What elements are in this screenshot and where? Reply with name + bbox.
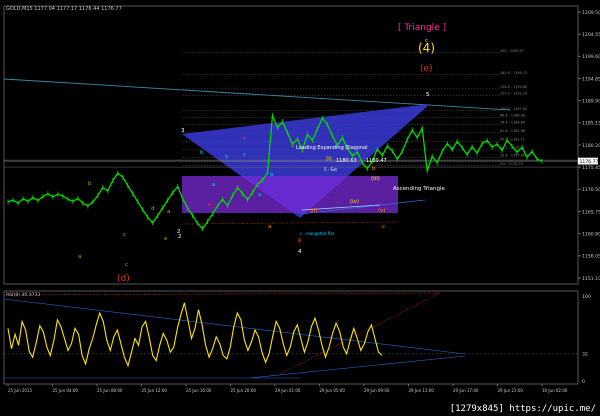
wave-label: b <box>372 166 376 172</box>
x-tick-label: 30 Jun 02:00 <box>542 388 568 393</box>
fib-label: 23.6 - 1177.60 <box>500 153 525 157</box>
x-tick-label: 29 Jun 09:00 <box>364 388 390 393</box>
wave-label: c <box>123 232 126 238</box>
wave-label: b <box>243 136 247 142</box>
wave-label: b <box>88 181 92 187</box>
wave-label: d <box>151 206 155 212</box>
fib-label: 50.0 - 1181.11 <box>500 138 525 142</box>
y-tick-label: 1209.50 <box>582 10 600 16</box>
fib-label: 0.0 - 1175.73 <box>500 162 523 166</box>
rsi-title: RSI(8) 30.3733 <box>6 292 41 298</box>
x-tick-label: 25 Jun 2015 <box>8 388 33 393</box>
annotation-leading-diagonal: Leading Expanding Diagonal <box>296 145 368 151</box>
watermark: [1279x845] https://upic.me/ <box>449 404 596 414</box>
wave-label: c <box>125 262 128 268</box>
wave-label: a <box>268 224 271 230</box>
y-tick-label: 1180.20 <box>582 143 600 149</box>
fib-label: 200 - 1200.57 <box>500 49 524 53</box>
fib-label: 100.0 - 1187.82 <box>500 107 527 111</box>
x-tick-label: 29 Jun 17:00 <box>453 388 479 393</box>
wave-label: 5 <box>426 92 430 98</box>
annotation-elongated-flat: c - elongated flat <box>300 231 335 236</box>
wave-label: 2 <box>178 234 182 240</box>
annotation-wave-d-major: (d) <box>117 274 130 284</box>
fib-label: 88.6 - 1186.38 <box>500 114 525 118</box>
x-tick-label: 25 Jun 04:00 <box>53 388 79 393</box>
y-tick-label: 1151.10 <box>582 276 600 282</box>
wave-label: b <box>200 150 204 156</box>
annotation-price-2: 1180.47 <box>366 158 387 164</box>
wave-label: a <box>212 182 215 188</box>
wave-label: (iii) <box>371 176 380 182</box>
rsi-tick-32: 32 <box>582 352 588 358</box>
y-tick-label: 1189.90 <box>582 98 600 104</box>
wave-label: a <box>78 254 81 260</box>
wave-label: b <box>270 172 274 178</box>
wave-label: c <box>243 152 246 158</box>
x-tick-label: 29 Jun 05:00 <box>320 388 346 393</box>
fib-label: 76.4 - 1184.84 <box>500 121 525 125</box>
x-tick-label: 29 Jun 13:00 <box>409 388 435 393</box>
y-tick-label: 1170.50 <box>582 187 600 193</box>
fib-label: 127.2 - 1191.23 <box>500 91 527 95</box>
wave-label: a <box>167 209 170 215</box>
x-tick-label: 25 Jun 16:00 <box>186 388 212 393</box>
wave-label: (iv) <box>350 199 359 205</box>
wave-label: (ii) <box>310 208 317 214</box>
wave-label: a <box>208 202 211 208</box>
x-tick-label: 25 Jun 20:00 <box>231 388 257 393</box>
x-tick-label: 29 Jun 21:00 <box>498 388 524 393</box>
wave-label: b <box>225 154 229 160</box>
annotation-wave-5-ext: 5 - Ext <box>324 167 337 172</box>
wave-label: (i) <box>326 156 332 162</box>
wave-label: d <box>291 144 295 150</box>
chart-title: GOLD,M15 1177.04 1177.17 1176.44 1176.77 <box>6 6 122 12</box>
y-tick-label: 1156.05 <box>582 254 600 260</box>
x-tick-label: 29 Jun 01:00 <box>275 388 301 393</box>
wave-label: 4 <box>298 249 302 255</box>
wave-label: c <box>425 38 428 44</box>
annotation-ascending-triangle: Ascending Triangle <box>393 186 445 192</box>
y-tick-label: 1194.85 <box>582 76 600 82</box>
wave-label: 3 <box>181 128 185 134</box>
x-tick-label: 25 Jun 08:00 <box>97 388 123 393</box>
fib-label: 61.8 - 1182.98 <box>500 129 525 133</box>
y-tick-label: 1204.55 <box>582 32 600 38</box>
y-tick-label: 1160.80 <box>582 231 600 237</box>
rsi-tick-0: 0 <box>582 379 585 385</box>
y-tick-label: 1165.75 <box>582 209 600 215</box>
wave-label: c <box>382 224 385 230</box>
wave-label: (v) <box>378 208 386 214</box>
y-tick-label: 1175.45 <box>582 165 600 171</box>
fib-label: 161.8 - 1195.72 <box>500 71 527 75</box>
chart-window: 0.0 - 1175.7323.6 - 1177.6038.2 - 1179.2… <box>0 0 600 416</box>
current-price-label: 1176.77 <box>580 159 599 165</box>
wave-label: a <box>258 192 261 198</box>
y-tick-label: 1185.15 <box>582 121 600 127</box>
x-tick-label: 25 Jun 12:00 <box>142 388 168 393</box>
annotation-wave-e-major: (e) <box>420 64 433 74</box>
annotation-price-1: 1180.63 <box>336 158 357 164</box>
fib-label: 138.2 - 1192.60 <box>500 85 527 89</box>
annotation-triangle-title: [ Triangle ] <box>398 23 446 33</box>
y-tick-label: 1199.60 <box>582 54 600 60</box>
rsi-tick-100: 100 <box>582 294 591 300</box>
